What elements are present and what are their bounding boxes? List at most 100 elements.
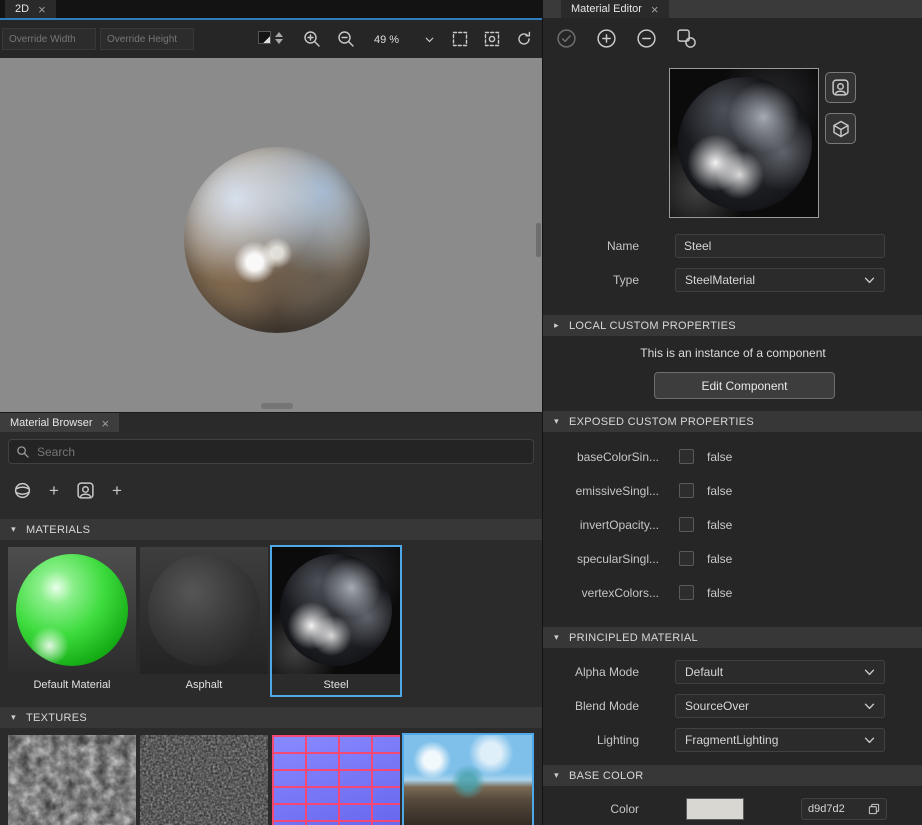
- base-color-header[interactable]: ▾ BASE COLOR: [543, 765, 922, 786]
- property-label: specularSingl...: [543, 547, 659, 571]
- texture-tile-noise[interactable]: [8, 735, 136, 825]
- triangle-down-icon: ▾: [9, 712, 18, 723]
- override-width-input[interactable]: [2, 28, 96, 50]
- exposed-prop-row: emissiveSingl... false: [543, 479, 922, 503]
- copy-icon[interactable]: [868, 803, 880, 815]
- property-checkbox[interactable]: [679, 517, 694, 532]
- property-checkbox[interactable]: [679, 483, 694, 498]
- exposed-properties-header[interactable]: ▾ EXPOSED CUSTOM PROPERTIES: [543, 411, 922, 432]
- property-checkbox[interactable]: [679, 449, 694, 464]
- color-swatch[interactable]: [686, 798, 744, 820]
- grain-texture-image: [140, 735, 268, 825]
- apply-changes-button[interactable]: [555, 27, 577, 49]
- blend-mode-select[interactable]: SourceOver: [675, 694, 885, 718]
- background-color-selector[interactable]: [258, 31, 283, 44]
- property-checkbox[interactable]: [679, 585, 694, 600]
- property-value: false: [707, 479, 732, 503]
- material-preview-sphere: [184, 147, 370, 333]
- chevron-down-icon: [864, 737, 875, 744]
- alpha-mode-select[interactable]: Default: [675, 660, 885, 684]
- property-value: false: [707, 581, 732, 605]
- material-thumbnail: [272, 547, 400, 674]
- name-input[interactable]: [675, 234, 885, 258]
- chevron-down-icon: [425, 37, 434, 43]
- app-root: 2D ×: [0, 0, 922, 825]
- add-texture-button[interactable]: +: [112, 482, 122, 499]
- close-icon[interactable]: ×: [38, 3, 46, 16]
- tab-2d[interactable]: 2D ×: [5, 0, 56, 18]
- fit-frame-icon: [483, 30, 501, 48]
- property-checkbox[interactable]: [679, 551, 694, 566]
- preview-environment-button[interactable]: [825, 72, 856, 103]
- principled-material-header[interactable]: ▾ PRINCIPLED MATERIAL: [543, 627, 922, 648]
- vertical-scrollbar-thumb[interactable]: [536, 223, 541, 257]
- zoom-selection-button[interactable]: [447, 26, 473, 52]
- texture-tile-bricks[interactable]: [272, 735, 400, 825]
- selection-frame-icon: [451, 30, 469, 48]
- exposed-prop-row: baseColorSin... false: [543, 445, 922, 469]
- zoom-in-button[interactable]: [299, 26, 325, 52]
- material-thumbnail: [8, 547, 136, 674]
- noise-texture-image: [8, 735, 136, 825]
- delete-material-button[interactable]: [635, 27, 657, 49]
- preview-sphere: [678, 77, 812, 211]
- materials-section-label: MATERIALS: [26, 524, 90, 536]
- lighting-select[interactable]: FragmentLighting: [675, 728, 885, 752]
- plus-circle-icon: [596, 28, 617, 49]
- materials-section-header[interactable]: ▾ MATERIALS: [0, 519, 542, 540]
- exposed-prop-row: invertOpacity... false: [543, 513, 922, 537]
- material-card-default[interactable]: Default Material: [8, 547, 136, 695]
- 2d-tabstrip: 2D ×: [0, 0, 542, 20]
- exposed-prop-row: vertexColors... false: [543, 581, 922, 605]
- 2d-viewport[interactable]: [0, 58, 542, 412]
- tab-material-browser[interactable]: Material Browser ×: [0, 413, 119, 433]
- chevron-down-icon: [864, 703, 875, 710]
- chevron-down-icon: [864, 277, 875, 284]
- name-label: Name: [543, 234, 639, 258]
- spinner-arrows-icon[interactable]: [275, 32, 283, 44]
- zoom-fit-button[interactable]: [479, 26, 505, 52]
- 2d-toolbar: 49 %: [0, 20, 542, 58]
- tab-material-editor[interactable]: Material Editor ×: [561, 0, 669, 18]
- property-label: vertexColors...: [543, 581, 659, 605]
- base-color-label: BASE COLOR: [569, 770, 644, 782]
- edit-component-button[interactable]: Edit Component: [654, 372, 835, 399]
- color-hex-field[interactable]: d9d7d2: [801, 798, 887, 820]
- search-input[interactable]: [8, 439, 534, 464]
- zoom-out-button[interactable]: [333, 26, 359, 52]
- override-height-input[interactable]: [100, 28, 194, 50]
- texture-tile-grain[interactable]: [140, 735, 268, 825]
- material-card-asphalt[interactable]: Asphalt: [140, 547, 268, 695]
- editor-toolbar: [543, 18, 922, 58]
- property-value: false: [707, 445, 732, 469]
- zoom-out-icon: [336, 29, 356, 49]
- close-icon[interactable]: ×: [102, 417, 110, 430]
- reset-view-button[interactable]: [511, 26, 537, 52]
- material-name: Default Material: [8, 674, 136, 695]
- zoom-level-select[interactable]: 49 %: [368, 28, 440, 51]
- textures-section-header[interactable]: ▾ TEXTURES: [0, 707, 542, 728]
- browser-actions-row: + +: [0, 470, 542, 510]
- property-label: baseColorSin...: [543, 445, 659, 469]
- local-properties-header[interactable]: ▸ LOCAL CUSTOM PROPERTIES: [543, 315, 922, 336]
- triangle-down-icon: ▾: [9, 524, 18, 535]
- lighting-label: Lighting: [543, 728, 639, 752]
- search-icon: [16, 445, 29, 458]
- preview-model-button[interactable]: [825, 113, 856, 144]
- material-preview-tile[interactable]: [669, 68, 819, 218]
- property-label: emissiveSingl...: [543, 479, 659, 503]
- add-material-button[interactable]: +: [49, 482, 59, 499]
- material-card-steel[interactable]: Steel: [272, 547, 400, 695]
- lighting-value: FragmentLighting: [685, 733, 778, 747]
- close-icon[interactable]: ×: [651, 3, 659, 16]
- texture-library-icon[interactable]: [76, 481, 95, 500]
- add-material-button[interactable]: [595, 27, 617, 49]
- material-library-icon[interactable]: [13, 481, 32, 500]
- material-browser-tabstrip: Material Browser ×: [0, 412, 542, 432]
- horizontal-scrollbar-thumb[interactable]: [261, 403, 293, 409]
- apply-to-selected-button[interactable]: [675, 27, 697, 49]
- texture-tile-photo[interactable]: [404, 735, 532, 825]
- type-select[interactable]: SteelMaterial: [675, 268, 885, 292]
- blend-mode-value: SourceOver: [685, 699, 749, 713]
- zoom-in-icon: [302, 29, 322, 49]
